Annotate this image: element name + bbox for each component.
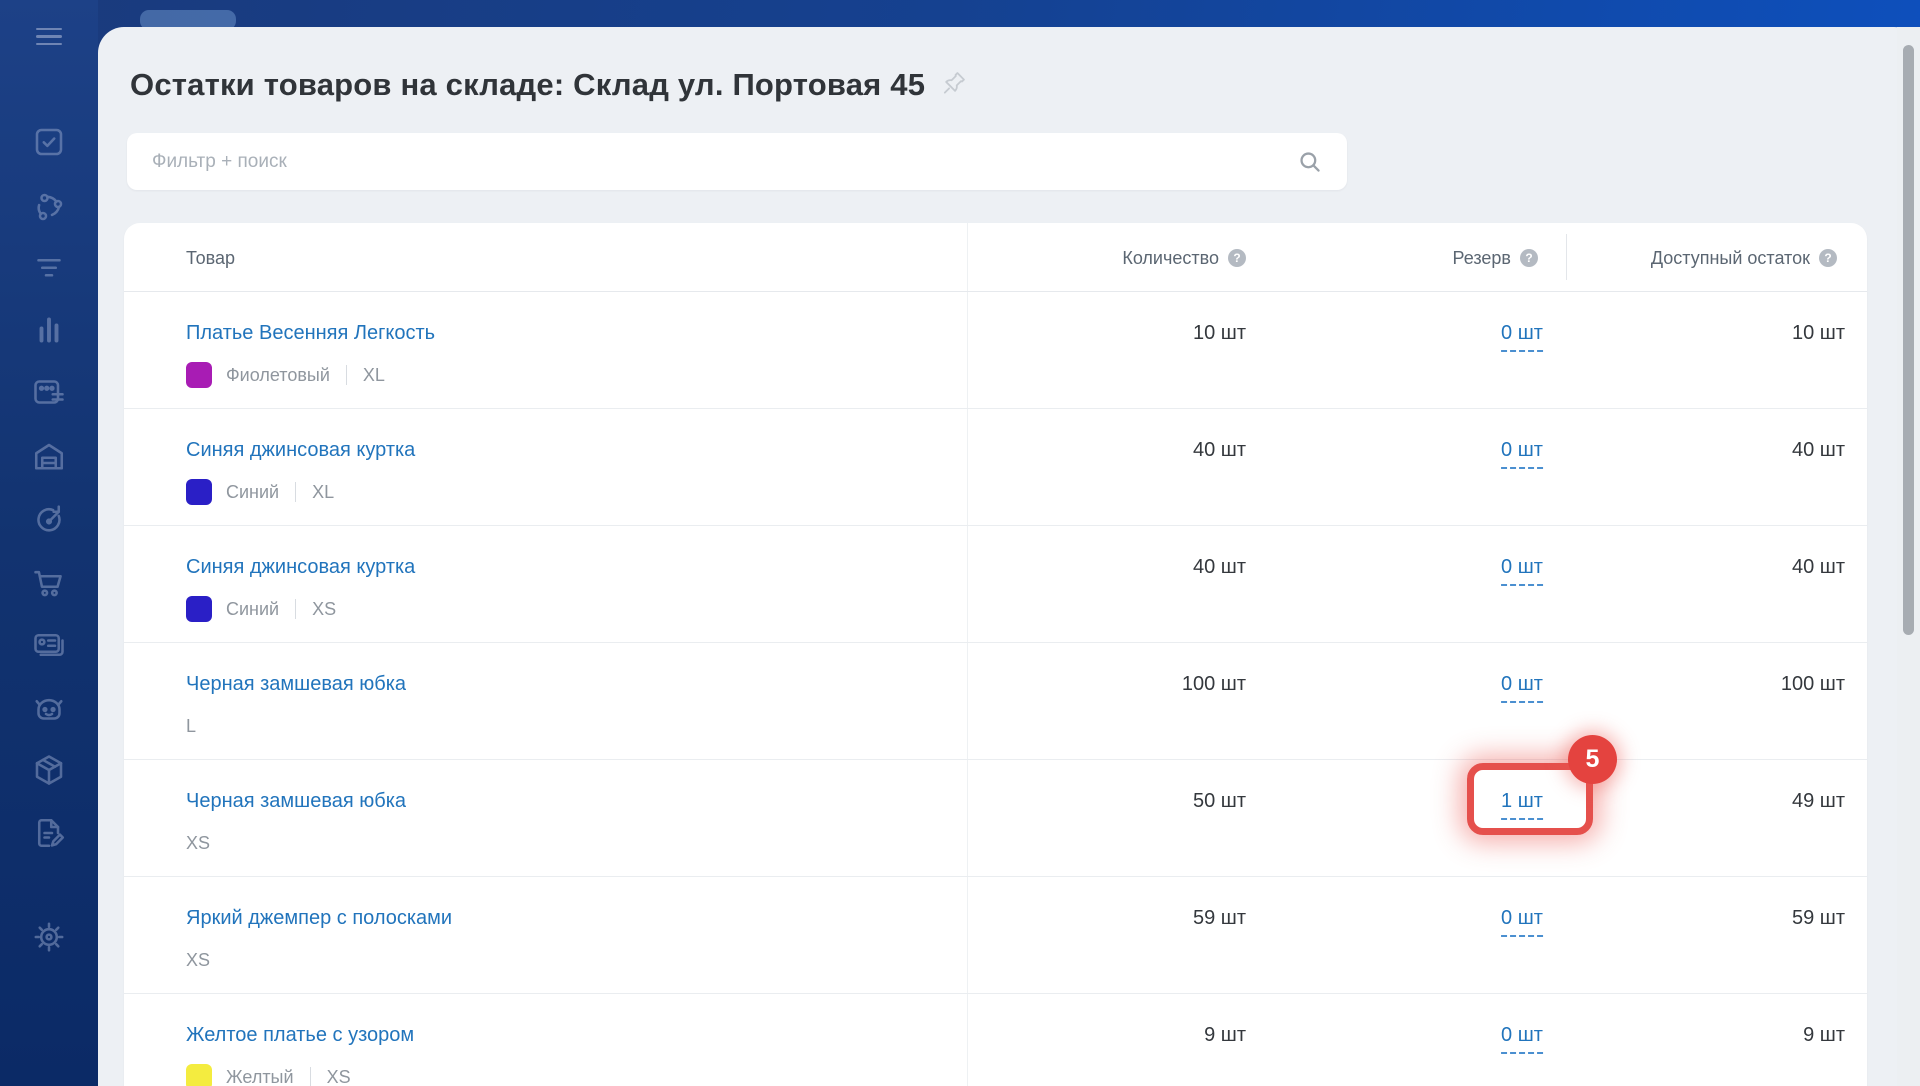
size-label: XL: [363, 365, 385, 386]
available-value: 100 шт: [1781, 672, 1845, 696]
filter-search-box: [127, 133, 1347, 190]
color-swatch: [186, 596, 212, 622]
available-value: 59 шт: [1792, 906, 1845, 930]
id-card-icon[interactable]: [31, 627, 67, 663]
stock-table: Товар Количество ? Резерв ? Доступный ос…: [124, 223, 1867, 1086]
filter-funnel-icon[interactable]: [31, 249, 67, 285]
variant-info: Синий XS: [186, 596, 336, 622]
reserve-link[interactable]: 0 шт: [1501, 906, 1543, 937]
size-label: XS: [312, 599, 336, 620]
quantity-value: 50 шт: [1193, 789, 1246, 813]
product-link[interactable]: Платье Весенняя Легкость: [186, 321, 435, 345]
quantity-value: 100 шт: [1182, 672, 1246, 696]
search-icon[interactable]: [1297, 149, 1323, 175]
table-body: Платье Весенняя Легкость Фиолетовый XL 1…: [124, 292, 1867, 1086]
product-link[interactable]: Синяя джинсовая куртка: [186, 555, 415, 579]
product-link[interactable]: Синяя джинсовая куртка: [186, 438, 415, 462]
stock-modal-panel: Остатки товаров на складе: Склад ул. Пор…: [98, 27, 1920, 1086]
menu-icon[interactable]: [36, 28, 62, 46]
pin-icon[interactable]: [941, 69, 968, 101]
color-name: Желтый: [226, 1067, 294, 1086]
available-value: 40 шт: [1792, 438, 1845, 462]
quantity-value: 40 шт: [1193, 438, 1246, 462]
sidebar: [0, 0, 98, 1086]
page-title: Остатки товаров на складе: Склад ул. Пор…: [130, 67, 925, 103]
robot-assistant-icon[interactable]: [31, 690, 67, 726]
network-share-icon[interactable]: [31, 189, 67, 225]
reserve-link[interactable]: 1 шт: [1501, 789, 1543, 820]
color-swatch: [186, 362, 212, 388]
tasks-checkbox-icon[interactable]: [31, 124, 67, 160]
table-row: Желтое платье с узором Желтый XS 9 шт 0 …: [124, 994, 1867, 1086]
table-header: Товар Количество ? Резерв ? Доступный ос…: [124, 223, 1867, 292]
reserve-link[interactable]: 0 шт: [1501, 672, 1543, 703]
variant-info: Фиолетовый XL: [186, 362, 385, 388]
filter-search-input[interactable]: [127, 133, 1347, 190]
variant-divider: [295, 599, 296, 619]
help-icon[interactable]: ?: [1819, 249, 1837, 267]
reserve-link[interactable]: 0 шт: [1501, 321, 1543, 352]
size-label: XS: [327, 1067, 351, 1086]
settings-gear-icon[interactable]: [31, 919, 67, 955]
product-link[interactable]: Черная замшевая юбка: [186, 789, 406, 813]
quantity-value: 9 шт: [1204, 1023, 1246, 1047]
goal-target-icon[interactable]: [31, 502, 67, 538]
variant-info: Желтый XS: [186, 1064, 351, 1086]
available-value: 9 шт: [1803, 1023, 1845, 1047]
column-header-available: Доступный остаток ?: [1651, 246, 1837, 270]
product-link[interactable]: Черная замшевая юбка: [186, 672, 406, 696]
help-icon[interactable]: ?: [1520, 249, 1538, 267]
variant-divider: [310, 1067, 311, 1086]
quantity-value: 10 шт: [1193, 321, 1246, 345]
calendar-schedule-icon[interactable]: [31, 374, 67, 410]
size-label: L: [186, 716, 196, 737]
table-row: Платье Весенняя Легкость Фиолетовый XL 1…: [124, 292, 1867, 409]
color-name: Синий: [226, 482, 279, 503]
available-value: 40 шт: [1792, 555, 1845, 579]
variant-info: XS: [186, 947, 210, 973]
help-icon[interactable]: ?: [1228, 249, 1246, 267]
reserve-link[interactable]: 0 шт: [1501, 438, 1543, 469]
reserve-link[interactable]: 0 шт: [1501, 555, 1543, 586]
variant-info: L: [186, 713, 196, 739]
quantity-value: 59 шт: [1193, 906, 1246, 930]
column-header-quantity: Количество ?: [1122, 246, 1246, 270]
product-link[interactable]: Желтое платье с узором: [186, 1023, 414, 1047]
reserve-link[interactable]: 0 шт: [1501, 1023, 1543, 1054]
color-swatch: [186, 479, 212, 505]
table-row: Синяя джинсовая куртка Синий XS 40 шт 0 …: [124, 526, 1867, 643]
scrollbar-thumb[interactable]: [1903, 45, 1914, 635]
color-name: Синий: [226, 599, 279, 620]
table-row: Синяя джинсовая куртка Синий XL 40 шт 0 …: [124, 409, 1867, 526]
quantity-value: 40 шт: [1193, 555, 1246, 579]
warehouse-icon[interactable]: [31, 439, 67, 475]
size-label: XS: [186, 950, 210, 971]
column-header-reserve: Резерв ?: [1453, 246, 1538, 270]
shopping-cart-icon[interactable]: [31, 565, 67, 601]
size-label: XS: [186, 833, 210, 854]
available-value: 49 шт: [1792, 789, 1845, 813]
bar-chart-icon[interactable]: [31, 312, 67, 348]
variant-divider: [295, 482, 296, 502]
variant-divider: [346, 365, 347, 385]
available-value: 10 шт: [1792, 321, 1845, 345]
size-label: XL: [312, 482, 334, 503]
variant-info: Синий XL: [186, 479, 334, 505]
table-row: Яркий джемпер с полосками XS 59 шт 0 шт …: [124, 877, 1867, 994]
header-divider: [1566, 234, 1567, 280]
column-header-product: Товар: [186, 246, 235, 270]
document-edit-icon[interactable]: [31, 815, 67, 851]
color-swatch: [186, 1064, 212, 1086]
color-name: Фиолетовый: [226, 365, 330, 386]
tour-step-badge: 5: [1568, 735, 1617, 784]
product-link[interactable]: Яркий джемпер с полосками: [186, 906, 452, 930]
package-box-icon[interactable]: [31, 752, 67, 788]
variant-info: XS: [186, 830, 210, 856]
page-header: Остатки товаров на складе: Склад ул. Пор…: [130, 67, 968, 103]
